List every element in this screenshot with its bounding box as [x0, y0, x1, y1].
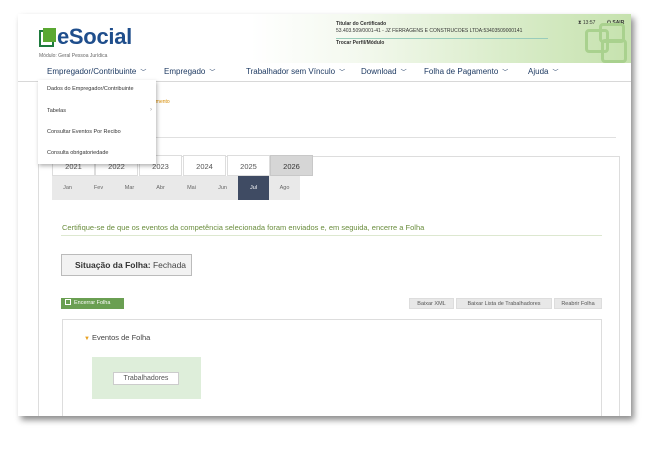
- month-tabs: Jan Fev Mar Abr Mai Jun Jul Ago: [52, 176, 300, 200]
- status-badge: Situação da Folha: Fechada: [61, 254, 192, 276]
- nav-folha-label: Folha de Pagamento: [424, 67, 499, 76]
- app-window: eSocial Módulo: Geral Pessoa Jurídica Ti…: [18, 14, 631, 416]
- baixar-lista-trabalhadores-button[interactable]: Baixar Lista de Trabalhadores: [456, 298, 552, 309]
- menu-item-tabelas[interactable]: Tabelas: [47, 108, 66, 114]
- nav-empregado[interactable]: Empregado ﹀: [164, 67, 215, 76]
- eventos-title: Eventos de Folha: [91, 333, 151, 342]
- chevron-down-icon: ﹀: [552, 70, 559, 76]
- baixar-xml-button[interactable]: Baixar XML: [409, 298, 454, 309]
- tab-month-fev[interactable]: Fev: [83, 176, 114, 200]
- hourglass-icon: ⧗: [578, 20, 582, 26]
- nav-trabalhador-sem-vinculo[interactable]: Trabalhador sem Vínculo ﹀: [246, 67, 345, 76]
- chevron-down-icon: ﹀: [339, 70, 346, 76]
- trabalhadores-card: Trabalhadores: [92, 357, 201, 399]
- menu-item-dados-empregador[interactable]: Dados do Empregador/Contribuinte: [47, 86, 134, 92]
- tab-month-mai[interactable]: Mai: [176, 176, 207, 200]
- certificate-title: Titular do Certificado: [336, 21, 387, 27]
- empregador-dropdown-menu: Dados do Empregador/Contribuinte Tabelas…: [38, 80, 156, 164]
- chevron-down-icon: ﹀: [140, 70, 147, 76]
- nav-ajuda[interactable]: Ajuda ﹀: [528, 67, 558, 76]
- esocial-logo[interactable]: eSocial: [39, 24, 132, 49]
- certificate-divider: [336, 38, 548, 39]
- nav-folha-de-pagamento[interactable]: Folha de Pagamento ﹀: [424, 67, 508, 76]
- menu-item-consulta-obrigatoriedade[interactable]: Consulta obrigatoriedade: [47, 150, 108, 156]
- certificate-value: 53.403.509/0001-41 - JZ FERRAGENS E CONS…: [336, 28, 523, 34]
- esocial-logo-icon: [39, 28, 56, 47]
- status-value: Fechada: [152, 260, 187, 270]
- chevron-down-icon: ﹀: [502, 70, 509, 76]
- nav-empregador[interactable]: Empregador/Contribuinte ﹀: [47, 67, 146, 76]
- change-profile-link[interactable]: Trocar Perfil/Módulo: [336, 40, 551, 47]
- trabalhadores-button[interactable]: Trabalhadores: [113, 372, 179, 385]
- tab-month-jul[interactable]: Jul: [238, 176, 269, 200]
- encerrar-folha-button[interactable]: Encerrar Folha: [61, 298, 124, 309]
- logo-text: eSocial: [57, 24, 132, 49]
- certificate-info: Titular do Certificado 53.403.509/0001-4…: [336, 21, 551, 57]
- tab-year-2025[interactable]: 2025: [227, 155, 270, 176]
- chevron-right-icon: ›: [150, 107, 152, 113]
- nav-ajuda-label: Ajuda: [528, 67, 549, 76]
- tab-month-jun[interactable]: Jun: [207, 176, 238, 200]
- header: eSocial Módulo: Geral Pessoa Jurídica Ti…: [18, 14, 631, 63]
- module-label: Módulo: Geral Pessoa Jurídica: [39, 53, 108, 59]
- tab-month-jan[interactable]: Jan: [52, 176, 83, 200]
- nav-empregador-label: Empregador/Contribuinte: [47, 67, 137, 76]
- caret-down-icon: ▼: [84, 336, 90, 342]
- status-label: Situação da Folha:: [75, 260, 151, 270]
- chevron-down-icon: ﹀: [400, 70, 407, 76]
- notice-divider: [61, 235, 602, 236]
- menu-item-consultar-eventos[interactable]: Consultar Eventos Por Recibo: [47, 129, 121, 135]
- tab-month-ago[interactable]: Ago: [269, 176, 300, 200]
- nav-download-label: Download: [361, 67, 397, 76]
- tab-month-mar[interactable]: Mar: [114, 176, 145, 200]
- reabrir-folha-button[interactable]: Reabrir Folha: [554, 298, 602, 309]
- nav-empregado-label: Empregado: [164, 67, 206, 76]
- eventos-header[interactable]: ▼ Eventos de Folha: [84, 333, 150, 342]
- tab-year-2026[interactable]: 2026: [270, 155, 313, 176]
- checkbox-icon: [65, 299, 71, 305]
- notice-text: Certifique-se de que os eventos da compe…: [62, 223, 425, 232]
- tab-year-2024[interactable]: 2024: [183, 155, 226, 176]
- header-decoration: [585, 23, 627, 63]
- encerrar-folha-label: Encerrar Folha: [74, 300, 111, 306]
- tab-month-abr[interactable]: Abr: [145, 176, 176, 200]
- nav-download[interactable]: Download ﹀: [361, 67, 407, 76]
- nav-trabalhador-label: Trabalhador sem Vínculo: [246, 67, 336, 76]
- chevron-down-icon: ﹀: [209, 70, 216, 76]
